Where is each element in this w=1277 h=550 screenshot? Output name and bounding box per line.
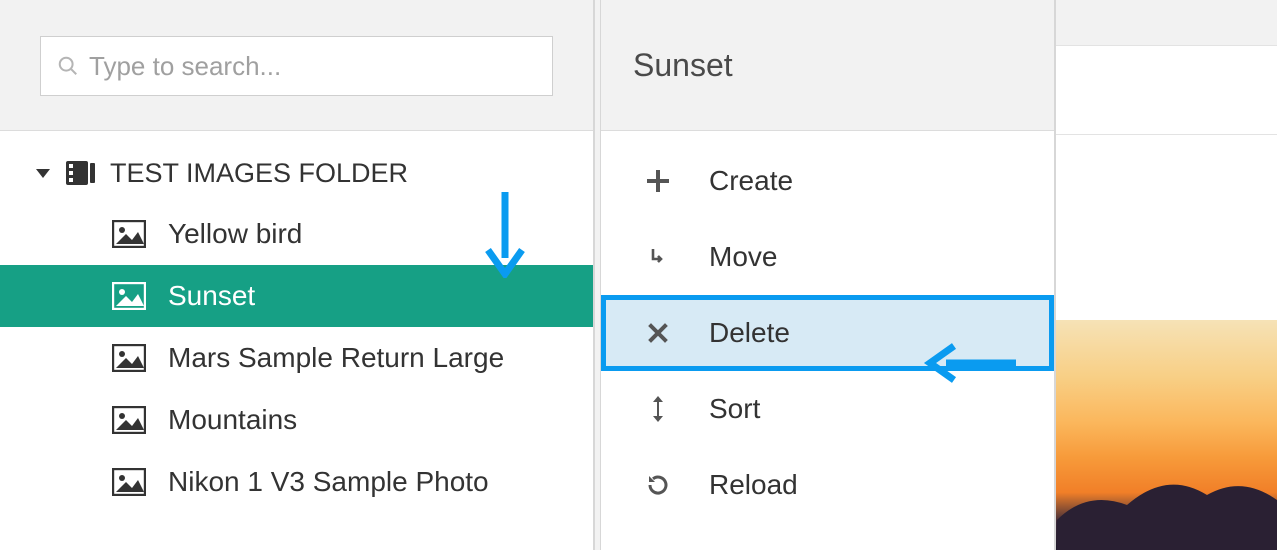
file-label: Yellow bird [168,218,302,250]
image-icon [112,406,146,434]
caret-down-icon [36,169,50,178]
menu-label: Reload [709,469,798,501]
context-title: Sunset [601,0,1054,131]
menu-item-delete[interactable]: Delete [601,295,1054,371]
menu-label: Delete [709,317,790,349]
search-area [0,0,593,131]
film-roll-icon [64,159,96,187]
file-row[interactable]: Nikon 1 V3 Sample Photo [0,451,593,513]
file-label: Mountains [168,404,297,436]
search-box[interactable] [40,36,553,96]
menu-item-move[interactable]: Move [601,219,1054,295]
context-menu: Create Move Delete S [601,131,1054,523]
search-icon [57,55,79,77]
file-row[interactable]: Yellow bird [0,203,593,265]
menu-item-sort[interactable]: Sort [601,371,1054,447]
preview-toolbar [1056,45,1277,135]
context-panel: Sunset Create Move [601,0,1056,550]
file-row-selected[interactable]: Sunset [0,265,593,327]
image-icon [112,344,146,372]
file-label: Mars Sample Return Large [168,342,504,374]
sidebar: TEST IMAGES FOLDER Yellow bird Sunset [0,0,595,550]
move-icon [641,246,675,268]
file-label: Sunset [168,280,255,312]
folder-tree: TEST IMAGES FOLDER Yellow bird Sunset [0,131,593,513]
menu-label: Move [709,241,777,273]
preview-panel [1056,0,1277,550]
mountain-silhouette-icon [1057,430,1277,550]
file-row[interactable]: Mountains [0,389,593,451]
sort-icon [641,396,675,422]
x-icon [641,323,675,343]
reload-icon [641,473,675,497]
folder-label: TEST IMAGES FOLDER [110,158,408,189]
image-icon [112,220,146,248]
file-row[interactable]: Mars Sample Return Large [0,327,593,389]
file-label: Nikon 1 V3 Sample Photo [168,466,489,498]
menu-label: Create [709,165,793,197]
menu-item-create[interactable]: Create [601,143,1054,219]
image-icon [112,468,146,496]
image-icon [112,282,146,310]
context-title-text: Sunset [633,47,733,84]
preview-image [1056,320,1277,550]
preview-header [1056,0,1277,131]
menu-item-reload[interactable]: Reload [601,447,1054,523]
search-input[interactable] [89,51,536,82]
folder-row[interactable]: TEST IMAGES FOLDER [0,143,593,203]
plus-icon [641,170,675,192]
menu-label: Sort [709,393,760,425]
